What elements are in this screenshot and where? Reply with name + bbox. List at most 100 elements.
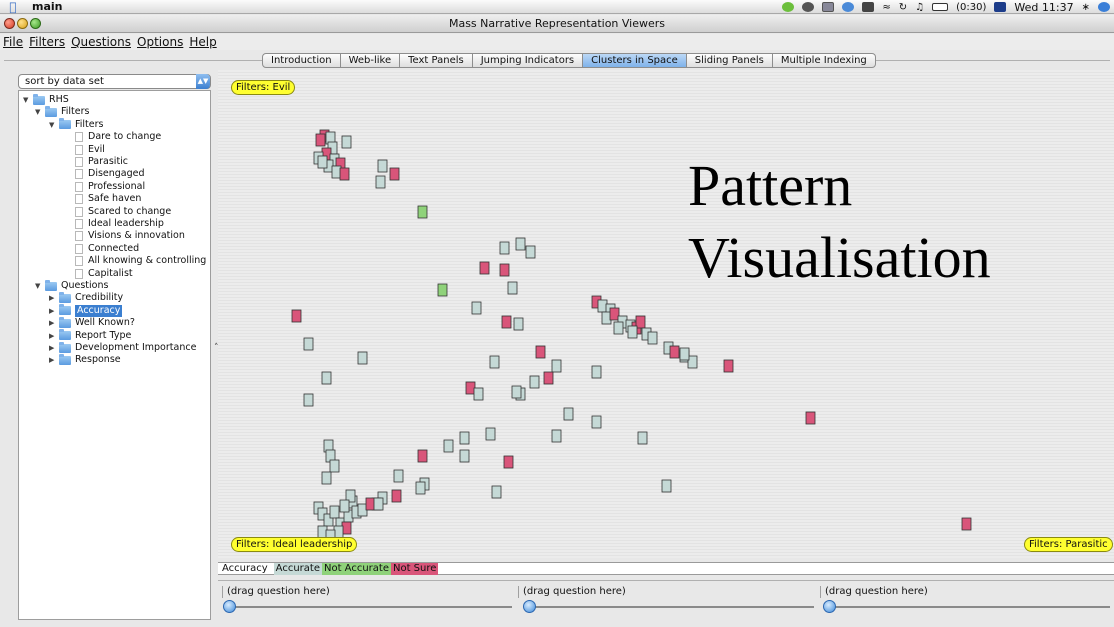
story-marker[interactable] <box>377 159 388 173</box>
wifi-icon[interactable]: ≈ <box>882 2 890 13</box>
disclosure-open-icon[interactable]: ▼ <box>35 106 45 118</box>
tree-item[interactable]: ▶ Credibility <box>49 291 123 304</box>
story-marker[interactable] <box>525 245 536 259</box>
story-marker[interactable] <box>373 497 384 511</box>
sort-select[interactable]: sort by data set ▲▼ <box>18 74 211 89</box>
story-marker[interactable] <box>591 365 602 379</box>
story-marker[interactable] <box>507 281 518 295</box>
tree-item[interactable]: Disengaged <box>75 168 145 180</box>
tree-item[interactable]: ▼ RHS <box>23 93 69 106</box>
slider-knob-1[interactable] <box>223 600 236 613</box>
story-marker[interactable] <box>473 387 484 401</box>
story-marker[interactable] <box>513 317 524 331</box>
story-marker[interactable] <box>627 325 638 339</box>
story-marker[interactable] <box>321 371 332 385</box>
story-marker[interactable] <box>479 261 490 275</box>
tab-clusters-in-space[interactable]: Clusters in Space <box>583 53 687 68</box>
tree-item[interactable]: Evil <box>75 144 105 156</box>
tree-item[interactable]: Dare to change <box>75 131 161 143</box>
tab-jumping-indicators[interactable]: Jumping Indicators <box>472 53 584 68</box>
spotlight-icon[interactable] <box>1098 2 1110 12</box>
story-marker[interactable] <box>489 355 500 369</box>
story-marker[interactable] <box>723 359 734 373</box>
tree-item[interactable]: ▶ Response <box>49 353 121 366</box>
story-marker[interactable] <box>669 345 680 359</box>
story-marker[interactable] <box>613 321 624 335</box>
filter-tag-evil[interactable]: Filters: Evil <box>231 80 296 95</box>
tree-item[interactable]: ▼ Questions <box>35 279 108 292</box>
drag-question-slot-2[interactable]: (drag question here) <box>518 586 626 598</box>
story-marker[interactable] <box>637 431 648 445</box>
story-marker[interactable] <box>591 415 602 429</box>
story-marker[interactable] <box>459 431 470 445</box>
story-marker[interactable] <box>491 485 502 499</box>
menu-options[interactable]: Options <box>137 35 183 49</box>
tree-item[interactable]: ▶ Report Type <box>49 329 131 342</box>
story-marker[interactable] <box>647 331 658 345</box>
tab-multiple-indexing[interactable]: Multiple Indexing <box>772 53 876 68</box>
tab-text-panels[interactable]: Text Panels <box>400 53 473 68</box>
story-marker[interactable] <box>499 263 510 277</box>
story-marker[interactable] <box>535 345 546 359</box>
story-marker[interactable] <box>389 167 400 181</box>
story-marker[interactable] <box>499 241 510 255</box>
tree-item[interactable]: Connected <box>75 243 139 255</box>
clusters-canvas[interactable]: Filters: Evil Filters: Ideal leadership … <box>218 70 1114 558</box>
story-marker[interactable] <box>339 167 350 181</box>
story-marker[interactable] <box>341 135 352 149</box>
story-marker[interactable] <box>471 301 482 315</box>
battery-icon[interactable] <box>932 3 949 11</box>
story-marker[interactable] <box>315 133 326 147</box>
filter-tag-parasitic[interactable]: Filters: Parasitic <box>1024 537 1113 552</box>
disclosure-open-icon[interactable]: ▼ <box>49 119 59 131</box>
story-marker[interactable] <box>529 375 540 389</box>
story-marker[interactable] <box>563 407 574 421</box>
story-marker[interactable] <box>417 449 428 463</box>
story-marker[interactable] <box>357 351 368 365</box>
story-marker[interactable] <box>501 315 512 329</box>
story-marker[interactable] <box>543 371 554 385</box>
status-icon-eye[interactable] <box>802 2 815 12</box>
menu-questions[interactable]: Questions <box>71 35 131 49</box>
story-marker[interactable] <box>375 175 386 189</box>
tab-web-like[interactable]: Web-like <box>340 53 401 68</box>
story-marker[interactable] <box>679 347 690 361</box>
story-marker[interactable] <box>303 337 314 351</box>
disclosure-closed-icon[interactable]: ▶ <box>49 330 59 342</box>
disclosure-closed-icon[interactable]: ▶ <box>49 342 59 354</box>
disclosure-closed-icon[interactable]: ▶ <box>49 292 59 304</box>
bluetooth-icon[interactable]: ∗ <box>1082 2 1090 13</box>
story-marker[interactable] <box>961 517 972 531</box>
apple-icon[interactable]:  <box>0 0 26 14</box>
story-marker[interactable] <box>437 283 448 297</box>
tree-item[interactable]: ▶ Accuracy <box>49 304 123 317</box>
menu-help[interactable]: Help <box>189 35 216 49</box>
disclosure-closed-icon[interactable]: ▶ <box>49 354 59 366</box>
story-marker[interactable] <box>459 449 470 463</box>
tree-item[interactable]: ▶ Well Known? <box>49 316 135 329</box>
slider-knob-2[interactable] <box>523 600 536 613</box>
disclosure-closed-icon[interactable]: ▶ <box>49 305 59 317</box>
story-marker[interactable] <box>391 489 402 503</box>
tab-sliding-panels[interactable]: Sliding Panels <box>686 53 773 68</box>
story-marker[interactable] <box>321 471 332 485</box>
menu-filters[interactable]: Filters <box>29 35 65 49</box>
story-marker[interactable] <box>317 155 328 169</box>
story-marker[interactable] <box>503 455 514 469</box>
data-tree[interactable]: ▼ RHS ▼ Filters ▼ Filters Dare to change Evil Pa… <box>18 90 211 620</box>
tree-item[interactable]: All knowing & controlling <box>75 255 206 267</box>
tree-item[interactable]: Professional <box>75 181 145 193</box>
story-marker[interactable] <box>515 237 526 251</box>
slider-knob-3[interactable] <box>823 600 836 613</box>
tree-item[interactable]: Scared to change <box>75 206 171 218</box>
drag-question-slot-1[interactable]: (drag question here) <box>222 586 330 598</box>
story-marker[interactable] <box>443 439 454 453</box>
story-marker[interactable] <box>291 309 302 323</box>
story-marker[interactable] <box>303 393 314 407</box>
disclosure-open-icon[interactable]: ▼ <box>23 94 33 106</box>
clock[interactable]: Wed 11:37 <box>1014 1 1073 14</box>
filter-tag-ideal-leadership[interactable]: Filters: Ideal leadership <box>231 537 358 552</box>
sync-icon[interactable] <box>842 2 855 12</box>
status-icon-green[interactable] <box>782 2 795 12</box>
slider-track-2[interactable] <box>528 606 814 608</box>
